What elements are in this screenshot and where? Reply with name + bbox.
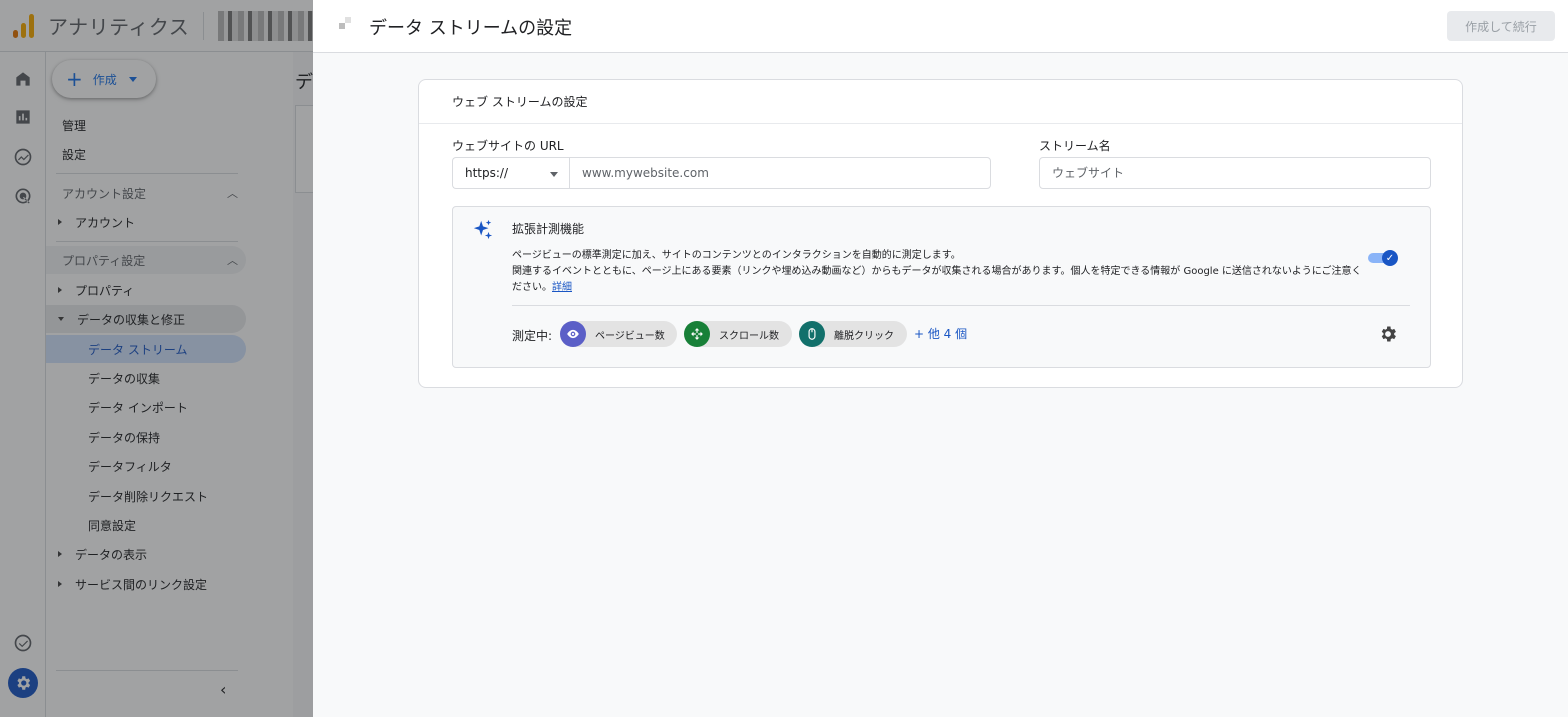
chip-outbound-clicks-label: 離脱クリック [834,330,894,342]
dropdown-arrow-icon [550,172,558,177]
create-and-continue-button[interactable]: 作成して続行 [1447,11,1555,41]
enhanced-measurement-toggle[interactable]: ✓ [1368,250,1398,266]
enhanced-divider [512,305,1410,306]
stream-setup-panel: データ ストリームの設定 作成して続行 ウェブ ストリームの設定 ウェブサイトの… [313,0,1568,717]
chip-outbound-clicks: 離脱クリック [799,321,907,347]
close-icon[interactable] [339,17,353,31]
website-url-input[interactable] [569,157,991,189]
chip-scrolls: スクロール数 [684,321,792,347]
panel-title: データ ストリームの設定 [369,18,573,39]
measuring-label: 測定中: [512,329,553,343]
eye-icon [560,321,586,347]
details-link[interactable]: 詳細 [552,282,572,293]
chip-page-views: ページビュー数 [560,321,677,347]
stream-name-input[interactable] [1039,157,1431,189]
protocol-select[interactable]: https:// [452,157,570,189]
sparkle-icon [473,219,493,240]
enhanced-measurement-title: 拡張計測機能 [512,222,585,236]
card-title: ウェブ ストリームの設定 [419,80,1462,124]
web-stream-card: ウェブ ストリームの設定 ウェブサイトの URL https:// ストリーム名… [418,79,1463,388]
scroll-icon [684,321,710,347]
gear-icon[interactable] [1378,324,1400,346]
check-icon: ✓ [1382,250,1398,266]
enhanced-measurement-description: ページビューの標準測定に加え、サイトのコンテンツとのインタラクションを自動的に測… [512,248,1367,296]
enhanced-measurement-box: 拡張計測機能 ページビューの標準測定に加え、サイトのコンテンツとのインタラクショ… [452,206,1431,368]
description-line-1: ページビューの標準測定に加え、サイトのコンテンツとのインタラクションを自動的に測… [512,250,961,261]
stream-name-label: ストリーム名 [1039,139,1111,153]
chip-scrolls-label: スクロール数 [719,330,779,342]
panel-header: データ ストリームの設定 作成して続行 [313,0,1568,53]
mouse-icon [799,321,825,347]
chip-page-views-label: ページビュー数 [595,330,665,342]
protocol-value: https:// [465,166,509,180]
description-line-2-text: 関連するイベントとともに、ページ上にある要素（リンクや埋め込み動画など）からもデ… [512,266,1362,293]
url-label: ウェブサイトの URL [452,139,564,153]
more-events-link[interactable]: + 他 4 個 [914,325,967,342]
description-line-2: 関連するイベントとともに、ページ上にある要素（リンクや埋め込み動画など）からもデ… [512,264,1367,296]
